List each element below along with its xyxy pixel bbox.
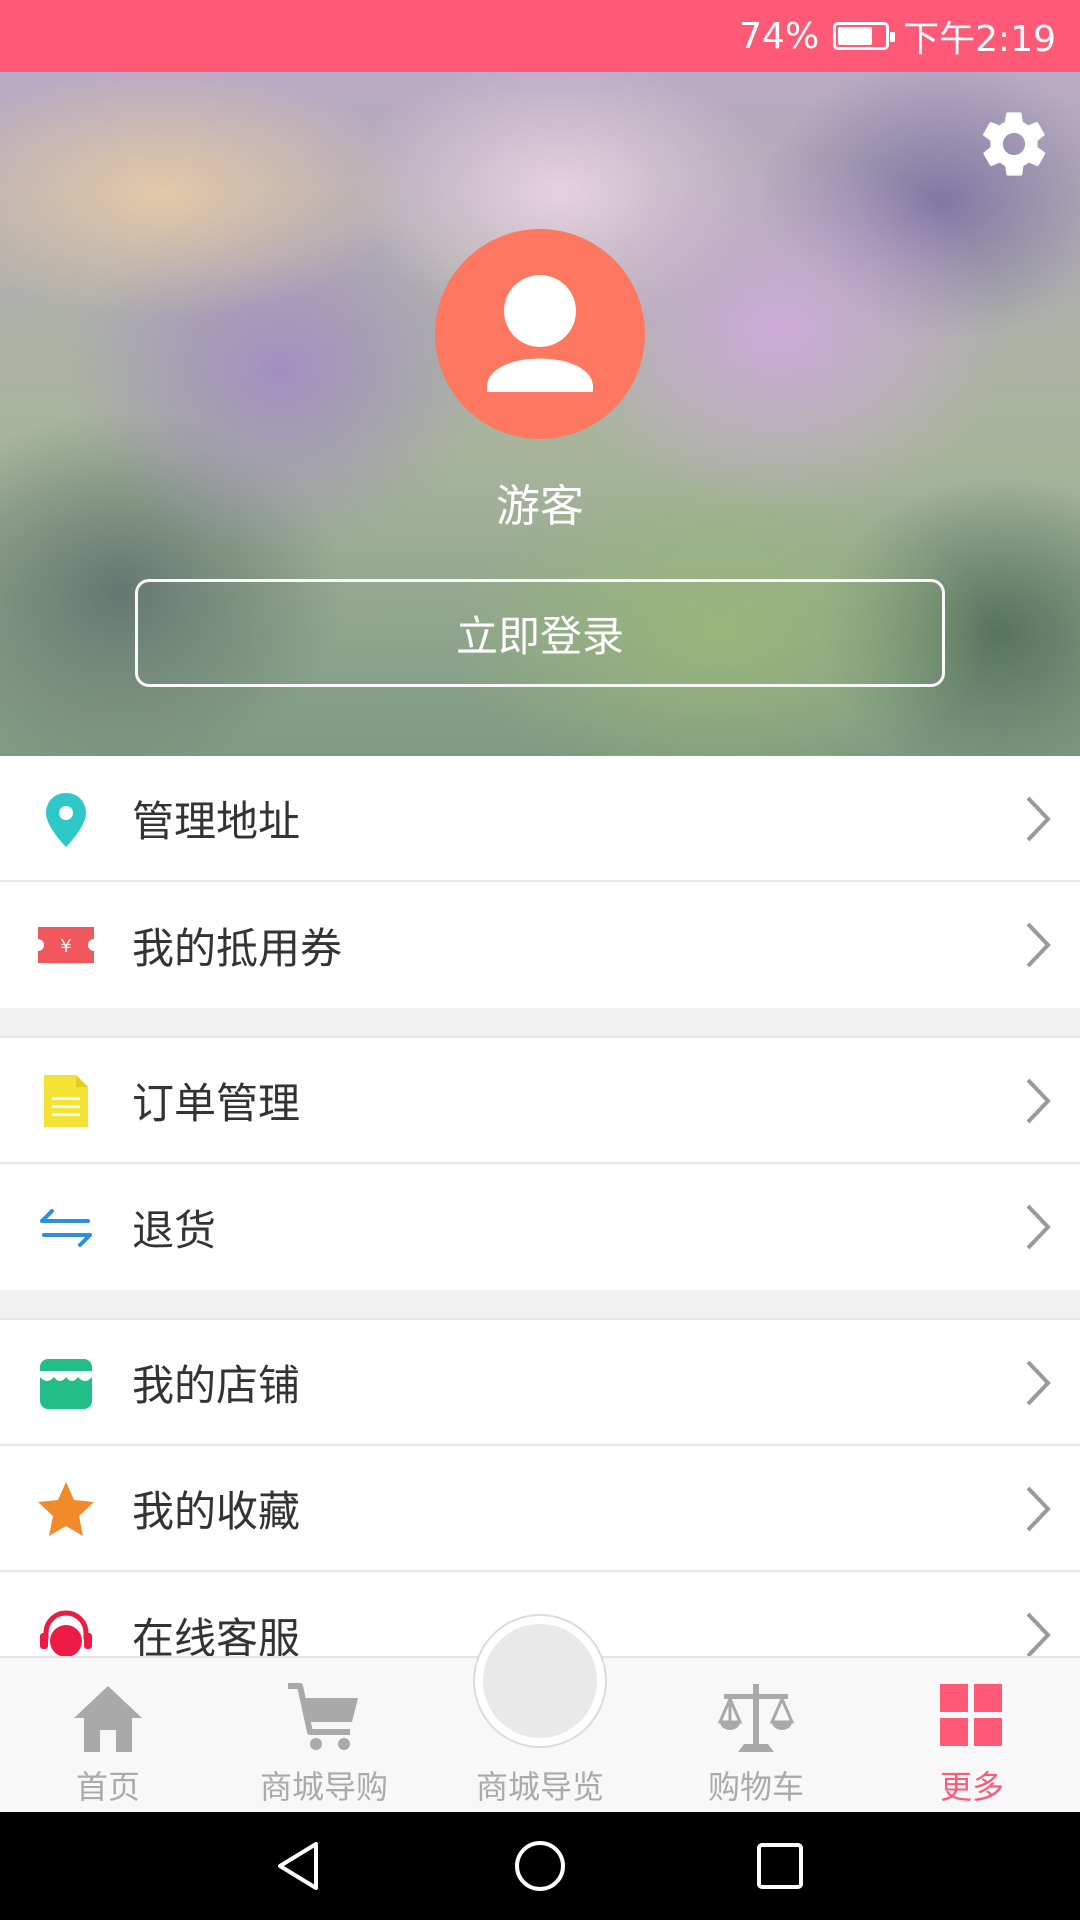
recents-icon[interactable] xyxy=(750,1836,810,1896)
profile-header: 游客 立即登录 xyxy=(0,72,1080,756)
cart-icon xyxy=(288,1683,358,1750)
screen: 74% 下午2:19 游客 立即登录 管理地址 ¥ 我的抵用券 订单管理 退货 … xyxy=(0,0,1080,1920)
gear-icon[interactable] xyxy=(976,106,1052,182)
battery-fill xyxy=(838,27,873,45)
location-pin-icon xyxy=(46,793,86,847)
menu-item-label: 管理地址 xyxy=(132,796,301,846)
home-icon xyxy=(74,1686,142,1752)
return-arrows-icon xyxy=(40,1209,92,1247)
back-icon[interactable] xyxy=(270,1836,330,1896)
menu-item-label: 订单管理 xyxy=(132,1078,301,1128)
star-icon xyxy=(38,1482,94,1536)
menu-item-label: 我的收藏 xyxy=(132,1486,301,1536)
grid-icon xyxy=(940,1684,1002,1746)
username: 游客 xyxy=(496,481,584,532)
menu-item-label: 我的抵用券 xyxy=(132,923,343,973)
circle-button-icon[interactable] xyxy=(475,1616,605,1746)
chevron-right-icon xyxy=(1026,1360,1051,1406)
section-divider xyxy=(0,1008,1080,1038)
chevron-right-icon xyxy=(1026,1612,1051,1658)
tab-label: 商城导购 xyxy=(259,1768,388,1806)
menu-item-label: 退货 xyxy=(132,1205,217,1255)
status-bar: 74% 下午2:19 xyxy=(0,0,1080,72)
tab-mall-guide[interactable]: 商城导购 xyxy=(216,1658,432,1814)
menu-item-label: 我的店铺 xyxy=(132,1360,301,1410)
chevron-right-icon xyxy=(1026,1486,1051,1532)
battery-percent: 74% xyxy=(739,15,820,57)
tab-home[interactable]: 首页 xyxy=(0,1658,216,1814)
menu-item-favorites[interactable]: 我的收藏 xyxy=(0,1446,1080,1572)
menu-list: 管理地址 ¥ 我的抵用券 订单管理 退货 我的店铺 我的收藏 在线客服 xyxy=(0,756,1080,1698)
chevron-right-icon xyxy=(1026,1204,1051,1250)
home-circle-icon[interactable] xyxy=(510,1836,570,1896)
coupon-icon: ¥ xyxy=(38,927,94,963)
clock: 下午2:19 xyxy=(903,19,1056,60)
system-navigation-bar xyxy=(0,1812,1080,1920)
battery-icon xyxy=(833,22,896,50)
tab-label: 购物车 xyxy=(707,1768,804,1806)
chevron-right-icon xyxy=(1026,796,1051,842)
tab-label: 商城导览 xyxy=(475,1768,604,1806)
menu-item-returns[interactable]: 退货 xyxy=(0,1164,1080,1290)
menu-item-store[interactable]: 我的店铺 xyxy=(0,1320,1080,1446)
login-button[interactable]: 立即登录 xyxy=(135,579,945,687)
document-icon xyxy=(44,1075,88,1127)
scale-icon xyxy=(717,1684,795,1752)
tab-label: 首页 xyxy=(75,1768,140,1806)
user-icon xyxy=(487,275,593,392)
coupon-symbol: ¥ xyxy=(60,936,71,957)
tab-shopping-cart[interactable]: 购物车 xyxy=(648,1658,864,1814)
tab-more[interactable]: 更多 xyxy=(864,1658,1080,1814)
tab-label: 更多 xyxy=(939,1768,1004,1806)
avatar[interactable] xyxy=(435,229,645,439)
menu-item-address[interactable]: 管理地址 xyxy=(0,756,1080,882)
menu-item-orders[interactable]: 订单管理 xyxy=(0,1038,1080,1164)
chevron-right-icon xyxy=(1026,1078,1051,1124)
section-divider xyxy=(0,1290,1080,1320)
chevron-right-icon xyxy=(1026,922,1051,968)
store-icon xyxy=(40,1359,92,1409)
menu-item-coupons[interactable]: ¥ 我的抵用券 xyxy=(0,882,1080,1008)
